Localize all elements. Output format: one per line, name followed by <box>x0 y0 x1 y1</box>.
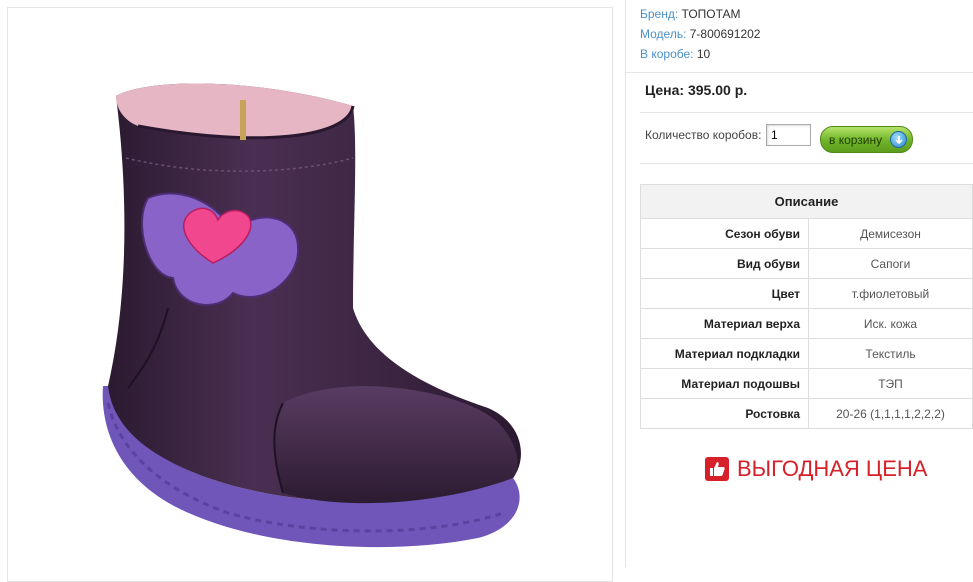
table-row: Материал подкладки Текстиль <box>640 338 973 369</box>
spec-key: Материал подошвы <box>640 368 809 399</box>
box-row: В коробе: 10 <box>640 44 760 64</box>
divider-price <box>640 112 973 113</box>
column-divider <box>625 0 626 567</box>
table-row: Сезон обуви Демисезон <box>640 218 973 249</box>
quantity-label: Количество коробов: <box>645 128 762 142</box>
model-label: Модель: <box>640 27 687 41</box>
cart-arrow-icon <box>890 131 907 148</box>
spec-value: 20-26 (1,1,1,1,2,2,2) <box>808 398 973 429</box>
spec-value: ТЭП <box>808 368 973 399</box>
boot-image <box>102 83 521 548</box>
product-image-frame <box>7 7 613 582</box>
table-row: Цвет т.фиолетовый <box>640 278 973 309</box>
brand-row: Бренд: ТОПОТАМ <box>640 4 760 24</box>
spec-key: Сезон обуви <box>640 218 809 249</box>
specs-table: Описание Сезон обуви Демисезон Вид обуви… <box>640 184 973 429</box>
spec-key: Цвет <box>640 278 809 309</box>
promo-text: ВЫГОДНАЯ ЦЕНА <box>737 456 928 481</box>
spec-value: Демисезон <box>808 218 973 249</box>
table-row: Материал верха Иск. кожа <box>640 308 973 339</box>
spec-key: Материал верха <box>640 308 809 339</box>
thumbs-up-icon <box>705 457 729 481</box>
promo-banner: ВЫГОДНАЯ ЦЕНА <box>705 456 927 482</box>
specs-title: Описание <box>640 184 973 219</box>
spec-value: т.фиолетовый <box>808 278 973 309</box>
spec-key: Материал подкладки <box>640 338 809 369</box>
add-to-cart-label: в корзину <box>829 132 883 147</box>
table-row: Вид обуви Сапоги <box>640 248 973 279</box>
spec-key: Вид обуви <box>640 248 809 279</box>
model-value: 7-800691202 <box>689 27 761 41</box>
brand-label: Бренд: <box>640 7 679 21</box>
brand-value: ТОПОТАМ <box>681 7 741 21</box>
spec-key: Ростовка <box>640 398 809 429</box>
divider-top <box>625 72 973 73</box>
spec-value: Сапоги <box>808 248 973 279</box>
spec-value: Текстиль <box>808 338 973 369</box>
divider-order <box>640 163 973 164</box>
table-row: Ростовка 20-26 (1,1,1,1,2,2,2) <box>640 398 973 429</box>
box-label: В коробе: <box>640 47 694 61</box>
model-row: Модель: 7-800691202 <box>640 24 760 44</box>
spec-value: Иск. кожа <box>808 308 973 339</box>
table-row: Материал подошвы ТЭП <box>640 368 973 399</box>
quantity-input[interactable] <box>766 124 811 146</box>
box-value: 10 <box>696 47 711 61</box>
product-info: Бренд: ТОПОТАМ Модель: 7-800691202 В кор… <box>640 4 760 64</box>
price-label: Цена: 395.00 р. <box>645 82 748 98</box>
add-to-cart-button[interactable]: в корзину <box>820 126 913 153</box>
